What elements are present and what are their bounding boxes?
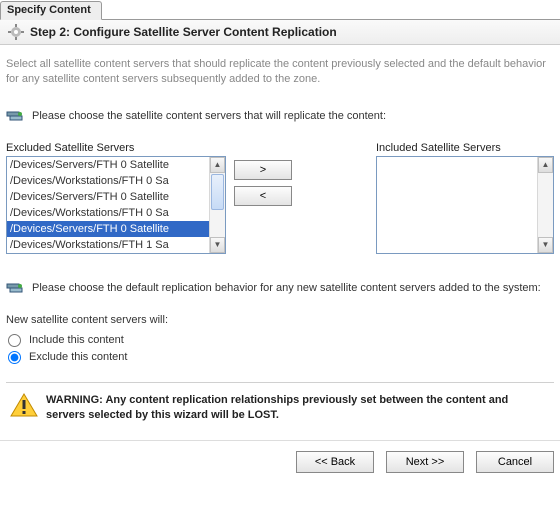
radio-exclude-label: Exclude this content (29, 351, 127, 363)
list-item[interactable]: /Devices/Servers/FTH 0 Satellite (7, 221, 209, 237)
section2-prompt: Please choose the default replication be… (32, 282, 541, 294)
list-item[interactable]: /Devices/Servers/FTH 0 Satellite (7, 157, 209, 173)
radio-exclude-input[interactable] (8, 351, 21, 364)
scroll-down-icon[interactable]: ▼ (210, 237, 225, 253)
excluded-listbox[interactable]: /Devices/Servers/FTH 0 Satellite/Devices… (6, 156, 226, 254)
warning-text: WARNING: Any content replication relatio… (46, 393, 550, 423)
radio-include-label: Include this content (29, 334, 124, 346)
scroll-up-icon[interactable]: ▲ (210, 157, 225, 173)
scroll-thumb[interactable] (211, 174, 224, 210)
included-listbox[interactable]: ▲ ▼ (376, 156, 554, 254)
server-stack-icon (6, 110, 24, 124)
list-item[interactable]: /Devices/Servers/FTH 0 Satellite (7, 189, 209, 205)
scrollbar[interactable]: ▲ ▼ (209, 157, 225, 253)
excluded-list-label: Excluded Satellite Servers (6, 142, 226, 154)
next-button[interactable]: Next >> (386, 451, 464, 473)
server-stack-icon (6, 282, 24, 296)
radio-include-input[interactable] (8, 334, 21, 347)
button-bar: << Back Next >> Cancel (0, 440, 560, 483)
tab-specify-content[interactable]: Specify Content (0, 1, 102, 20)
move-left-button[interactable]: < (234, 186, 292, 206)
step-title: Step 2: Configure Satellite Server Conte… (30, 25, 337, 39)
cancel-button[interactable]: Cancel (476, 451, 554, 473)
step-header: Step 2: Configure Satellite Server Conte… (0, 20, 560, 45)
list-item[interactable]: /Devices/Workstations/FTH 1 Sa (7, 237, 209, 253)
radio-include[interactable]: Include this content (6, 332, 554, 349)
scrollbar[interactable]: ▲ ▼ (537, 157, 553, 253)
tab-bar: Specify Content (0, 0, 560, 20)
radio-heading: New satellite content servers will: (6, 314, 554, 326)
gear-icon (8, 24, 24, 40)
section1-prompt: Please choose the satellite content serv… (32, 110, 386, 122)
scroll-up-icon[interactable]: ▲ (538, 157, 553, 173)
back-button[interactable]: << Back (296, 451, 374, 473)
radio-exclude[interactable]: Exclude this content (6, 349, 554, 366)
move-right-button[interactable]: > (234, 160, 292, 180)
scroll-down-icon[interactable]: ▼ (538, 237, 553, 253)
list-item[interactable]: /Devices/Workstations/FTH 0 Sa (7, 205, 209, 221)
intro-text: Select all satellite content servers tha… (6, 57, 554, 88)
list-item[interactable]: /Devices/Workstations/FTH 0 Sa (7, 173, 209, 189)
warning-icon (10, 393, 38, 417)
included-list-label: Included Satellite Servers (376, 142, 554, 154)
